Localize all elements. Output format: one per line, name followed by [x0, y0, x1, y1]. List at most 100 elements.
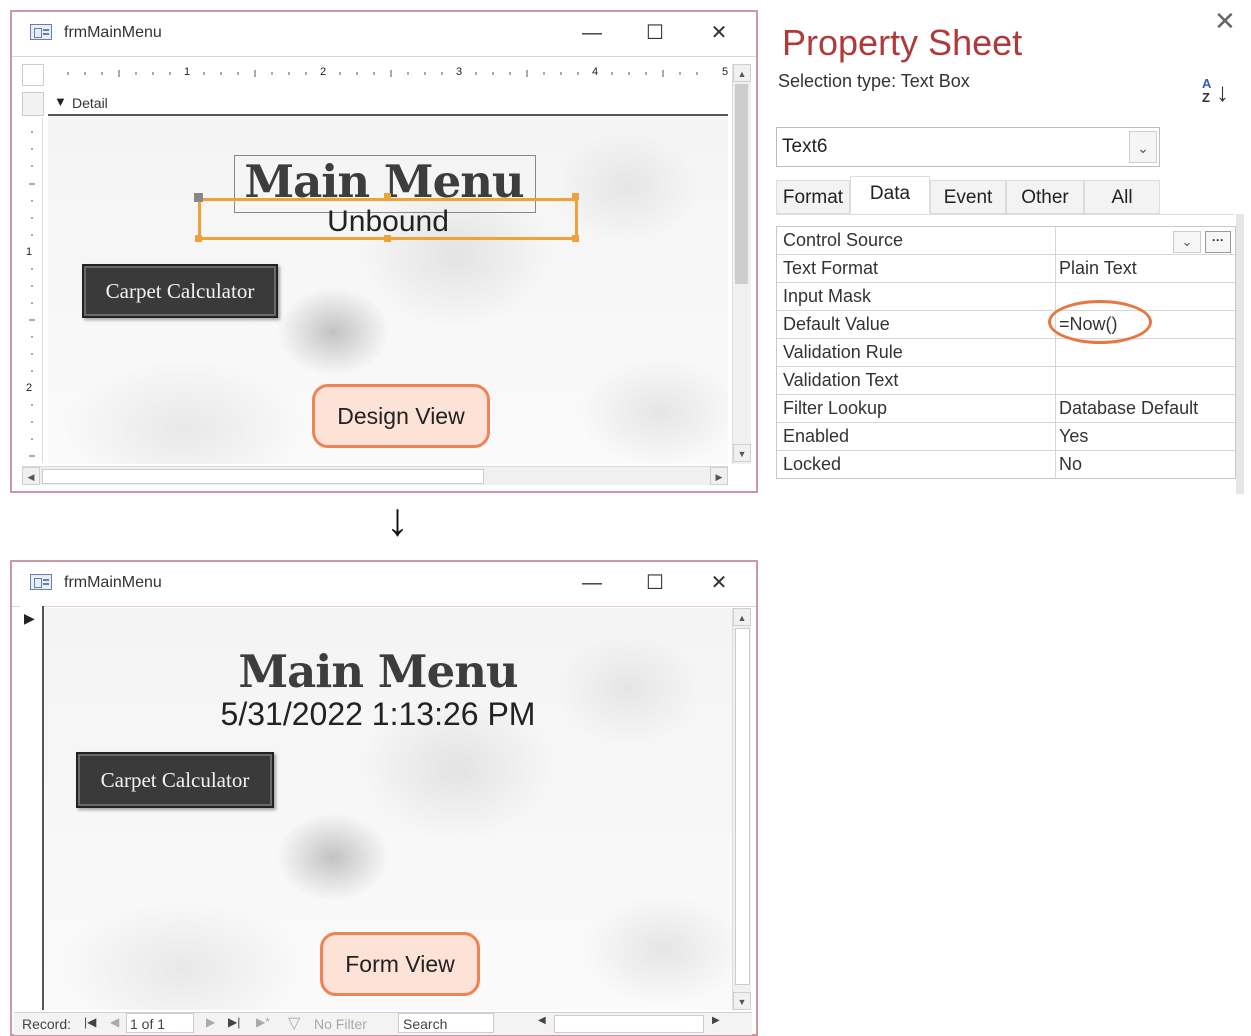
maximize-button[interactable]: ☐: [640, 20, 670, 46]
ruler-number-1: 1: [184, 66, 191, 78]
column-divider: [1055, 451, 1056, 478]
vertical-scrollbar[interactable]: ▲ ▼: [732, 608, 751, 1010]
scroll-left-arrow[interactable]: ◀: [538, 1015, 546, 1026]
property-sheet-title: Property Sheet: [782, 22, 1023, 63]
column-divider: [1055, 423, 1056, 450]
property-grid: Control Source ⌄ ··· Text Format Plain T…: [776, 226, 1236, 479]
horizontal-scrollbar[interactable]: ◀ ▶: [22, 466, 728, 485]
title-bar: frmMainMenu — ☐ ✕: [12, 562, 756, 607]
close-button[interactable]: ✕: [704, 570, 734, 596]
carpet-calculator-button[interactable]: Carpet Calculator: [76, 752, 274, 808]
property-row-validation-rule[interactable]: Validation Rule: [777, 339, 1235, 367]
property-row-input-mask[interactable]: Input Mask: [777, 283, 1235, 311]
form-icon: [30, 24, 52, 40]
chevron-down-icon[interactable]: ⌄: [1129, 131, 1157, 163]
property-sheet-scroll[interactable]: [1236, 214, 1244, 494]
previous-record-icon[interactable]: ◀: [110, 1015, 119, 1029]
scroll-up-arrow[interactable]: ▲: [733, 64, 751, 82]
scroll-thumb[interactable]: [735, 84, 748, 284]
scroll-right-arrow[interactable]: ▶: [712, 1015, 720, 1026]
vertical-scrollbar[interactable]: ▲ ▼: [732, 64, 751, 464]
property-value[interactable]: Yes: [1059, 426, 1088, 447]
tab-event[interactable]: Event: [930, 180, 1006, 214]
hscroll-track[interactable]: [554, 1015, 704, 1033]
section-selector[interactable]: [22, 92, 44, 116]
detail-section-bar[interactable]: ▼ Detail: [48, 92, 728, 116]
datetime-textbox[interactable]: 5/31/2022 1:13:26 PM: [178, 696, 578, 733]
section-arrow-icon: ▼: [54, 94, 67, 109]
property-label: Locked: [783, 454, 842, 474]
scroll-left-arrow[interactable]: ◀: [22, 467, 40, 485]
main-menu-heading: Main Menu: [238, 645, 518, 698]
scroll-down-arrow[interactable]: ▼: [733, 992, 751, 1010]
dropdown-arrow-icon[interactable]: ⌄: [1173, 231, 1201, 253]
design-view-window: frmMainMenu — ☐ ✕ 1 2 3 4 5 ▼ Detail 1 2…: [10, 10, 758, 493]
selection-combo-value: Text6: [782, 136, 828, 157]
ruler-number-4: 4: [592, 66, 599, 78]
property-label: Validation Rule: [783, 342, 903, 362]
property-row-enabled[interactable]: Enabled Yes: [777, 423, 1235, 451]
property-row-control-source[interactable]: Control Source ⌄ ···: [777, 227, 1235, 255]
builder-ellipsis-button[interactable]: ···: [1205, 231, 1231, 253]
column-divider: [1055, 255, 1056, 282]
current-record-field[interactable]: 1 of 1: [126, 1013, 194, 1033]
property-label: Text Format: [783, 258, 879, 278]
vertical-ruler: 1 2: [22, 118, 43, 463]
resize-handle[interactable]: [572, 235, 579, 242]
sort-az-icon[interactable]: A Z ↓: [1202, 76, 1234, 110]
hscroll-thumb[interactable]: [42, 469, 484, 484]
close-button[interactable]: ✕: [704, 20, 734, 46]
move-handle[interactable]: [194, 193, 203, 202]
unbound-textbox[interactable]: Unbound: [198, 198, 578, 240]
close-sheet-icon[interactable]: ✕: [1214, 6, 1236, 37]
property-row-validation-text[interactable]: Validation Text: [777, 367, 1235, 395]
detail-label: Detail: [72, 95, 108, 111]
record-pointer-icon: ▶: [24, 610, 35, 626]
scroll-thumb[interactable]: [735, 628, 750, 985]
ruler-number-2: 2: [320, 66, 327, 78]
property-row-filter-lookup[interactable]: Filter Lookup Database Default: [777, 395, 1235, 423]
filter-icon[interactable]: ▽: [288, 1013, 300, 1033]
maximize-button[interactable]: ☐: [640, 570, 670, 596]
tab-other[interactable]: Other: [1006, 180, 1084, 214]
property-row-locked[interactable]: Locked No: [777, 451, 1235, 478]
first-record-icon[interactable]: |◀: [84, 1015, 96, 1029]
scroll-up-arrow[interactable]: ▲: [733, 608, 751, 626]
property-value[interactable]: Plain Text: [1059, 258, 1137, 279]
resize-handle[interactable]: [195, 235, 202, 242]
property-row-default-value[interactable]: Default Value =Now(): [777, 311, 1235, 339]
tab-data[interactable]: Data: [850, 176, 930, 214]
form-view-window: frmMainMenu — ☐ ✕ ▶ Main Menu 5/31/2022 …: [10, 560, 758, 1036]
horizontal-ruler: 1 2 3 4 5: [48, 64, 728, 84]
search-box[interactable]: Search: [398, 1013, 494, 1033]
tab-format[interactable]: Format: [776, 180, 850, 214]
new-record-icon[interactable]: ▶*: [256, 1015, 270, 1029]
minimize-button[interactable]: —: [577, 570, 607, 596]
window-title: frmMainMenu: [64, 574, 162, 591]
carpet-calculator-button[interactable]: Carpet Calculator: [82, 264, 278, 318]
property-row-text-format[interactable]: Text Format Plain Text: [777, 255, 1235, 283]
next-record-icon[interactable]: ▶: [206, 1015, 215, 1029]
minimize-button[interactable]: —: [577, 20, 607, 46]
property-value[interactable]: No: [1059, 454, 1082, 475]
property-value[interactable]: Database Default: [1059, 398, 1198, 419]
resize-handle[interactable]: [384, 193, 391, 200]
last-record-icon[interactable]: ▶|: [228, 1015, 240, 1029]
resize-handle[interactable]: [384, 235, 391, 242]
down-arrow: ↓: [386, 493, 409, 545]
ruler-ticks: [67, 70, 698, 77]
scroll-down-arrow[interactable]: ▼: [733, 444, 751, 462]
column-divider: [1055, 283, 1056, 310]
tab-all[interactable]: All: [1084, 180, 1160, 214]
record-selector[interactable]: ▶: [20, 606, 44, 1010]
property-label: Validation Text: [783, 370, 899, 390]
form-icon: [30, 574, 52, 590]
scroll-right-arrow[interactable]: ▶: [710, 467, 728, 485]
selection-combo[interactable]: Text6 ⌄: [776, 127, 1160, 167]
resize-handle[interactable]: [572, 193, 579, 200]
ruler-number-5: 5: [722, 66, 729, 78]
column-divider: [1055, 367, 1056, 394]
selection-type-label: Selection type: Text Box: [778, 71, 970, 91]
ruler-number-3: 3: [456, 66, 463, 78]
no-filter-label[interactable]: No Filter: [314, 1016, 367, 1032]
